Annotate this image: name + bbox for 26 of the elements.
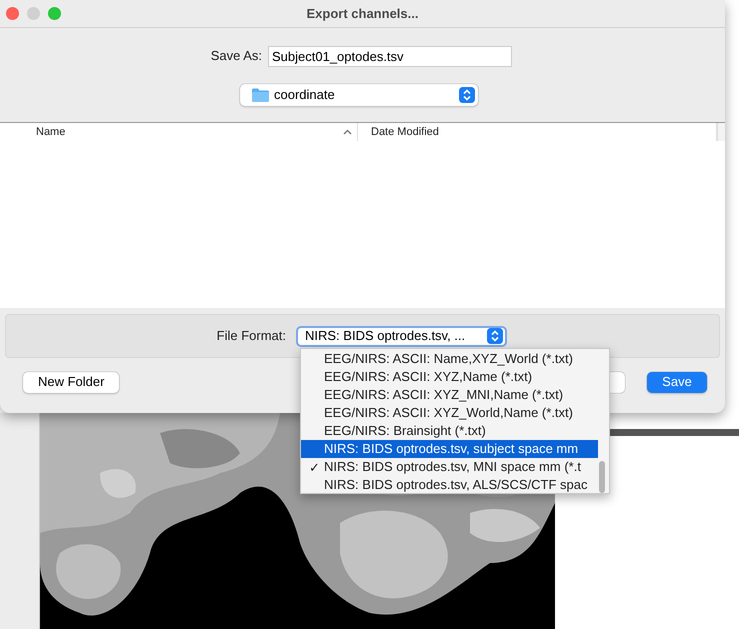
- window-title: Export channels...: [306, 4, 418, 23]
- save-button[interactable]: Save: [647, 372, 707, 392]
- menu-item[interactable]: EEG/NIRS: ASCII: XYZ_World,Name (*.txt): [301, 404, 598, 422]
- zoom-icon[interactable]: [48, 7, 61, 20]
- stepper-icon: [459, 87, 475, 103]
- folder-icon: [252, 88, 269, 102]
- scrollbar-thumb[interactable]: [599, 461, 605, 493]
- menu-item[interactable]: EEG/NIRS: ASCII: XYZ_MNI,Name (*.txt): [301, 386, 598, 404]
- menu-item[interactable]: EEG/NIRS: ASCII: XYZ,Name (*.txt): [301, 368, 598, 386]
- save-as-label: Save As:: [210, 47, 263, 66]
- menu-item[interactable]: NIRS: BIDS optrodes.tsv, subject space mm: [301, 440, 598, 458]
- close-icon[interactable]: [6, 7, 19, 20]
- menu-item[interactable]: EEG/NIRS: ASCII: Name,XYZ_World (*.txt): [301, 350, 598, 368]
- sort-caret-icon: [343, 129, 352, 135]
- new-folder-button[interactable]: New Folder: [23, 372, 120, 392]
- menu-item[interactable]: EEG/NIRS: Brainsight (*.txt): [301, 422, 598, 440]
- stepper-icon: [487, 328, 503, 344]
- menu-item[interactable]: NIRS: BIDS optrodes.tsv, MNI space mm (*.t ✓: [301, 458, 598, 476]
- menu-item[interactable]: NIRS: BIDS optrodes.tsv, ALS/SCS/CTF spac: [301, 476, 598, 493]
- location-popup[interactable]: coordinate: [240, 84, 478, 106]
- filename-field[interactable]: Subject01_optodes.tsv: [268, 46, 512, 66]
- minimize-icon[interactable]: [27, 7, 40, 20]
- file-format-popup[interactable]: NIRS: BIDS optrodes.tsv, ...: [296, 326, 507, 346]
- check-icon: ✓: [309, 458, 320, 478]
- file-format-label: File Format:: [216, 327, 287, 346]
- column-header[interactable]: Name: [0, 123, 358, 141]
